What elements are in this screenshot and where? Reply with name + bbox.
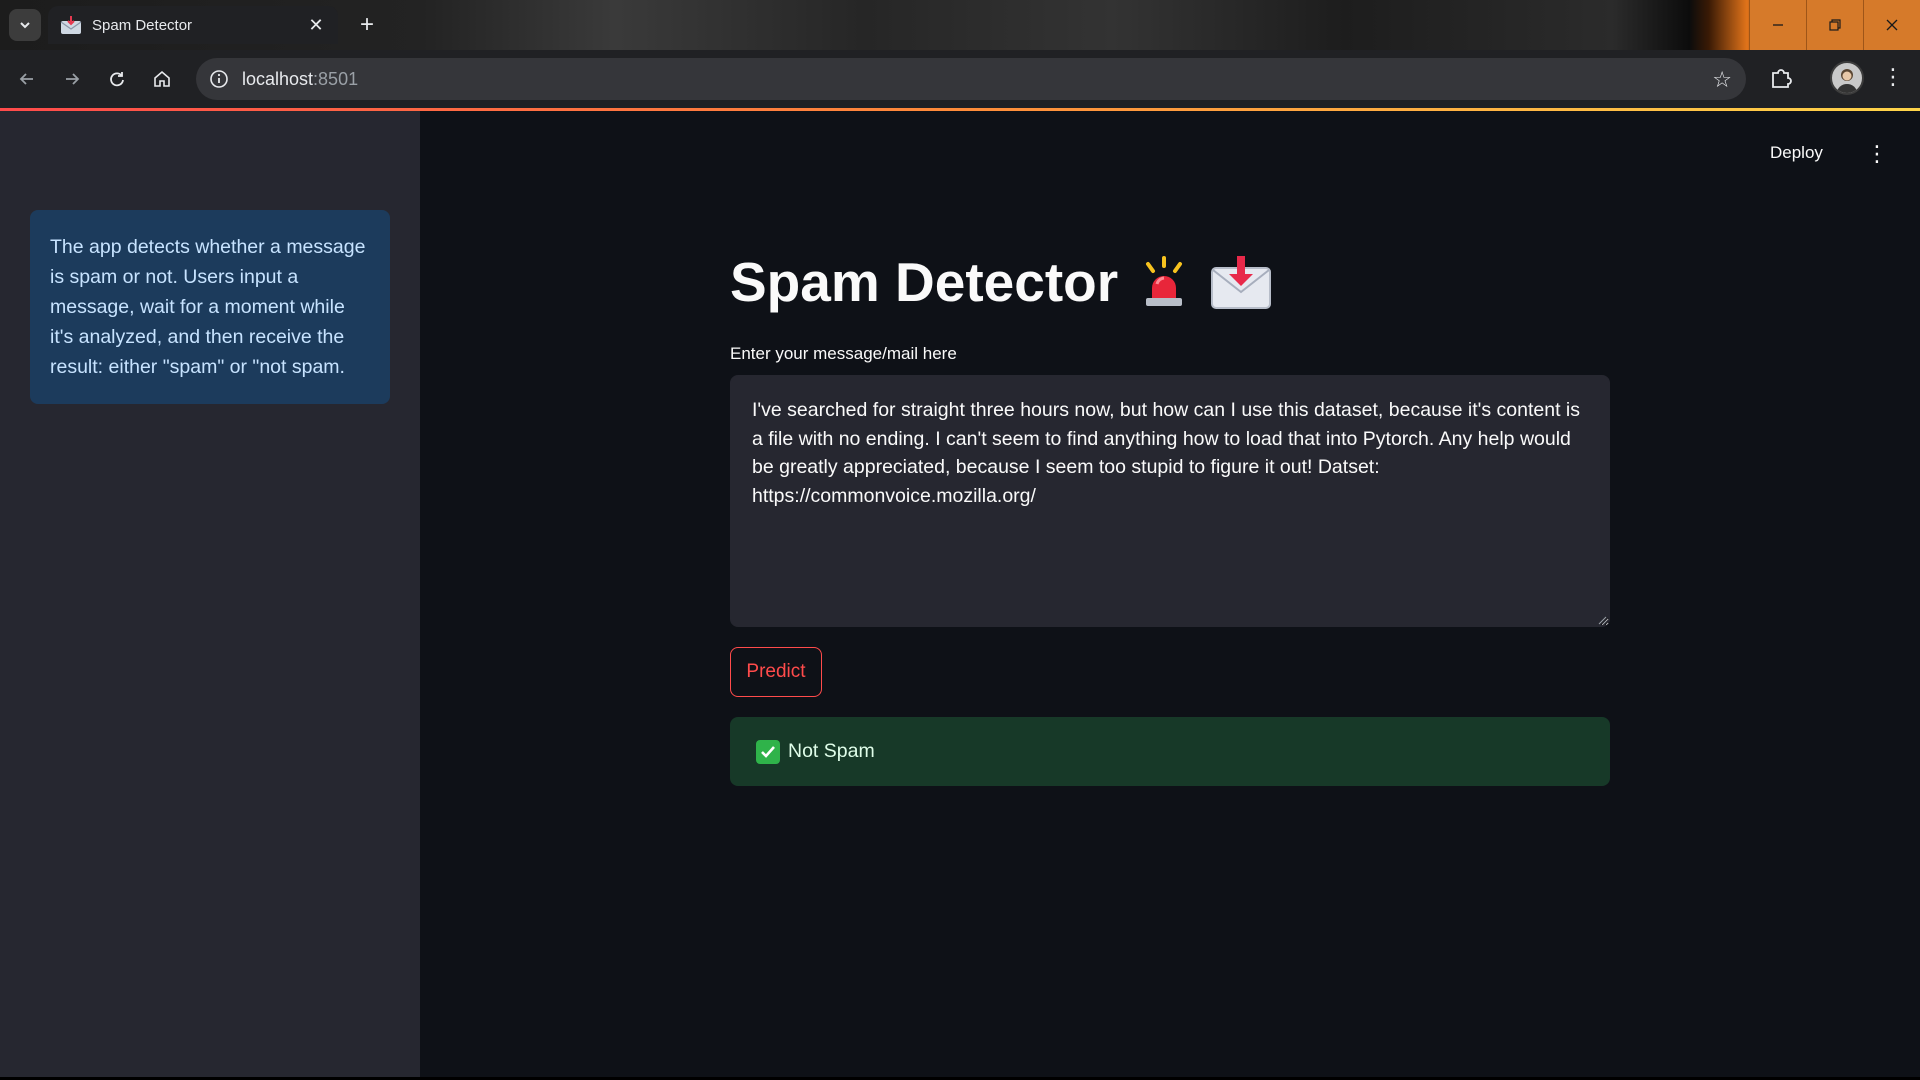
browser-toolbar: localhost:8501 ☆ ⋮ xyxy=(0,50,1920,108)
window-controls xyxy=(1749,0,1920,50)
app-menu-icon[interactable]: ⋮ xyxy=(1866,141,1888,167)
restore-icon[interactable] xyxy=(1806,0,1863,50)
sidebar: The app detects whether a message is spa… xyxy=(0,111,420,1080)
check-mark-icon xyxy=(756,739,780,764)
url-host: localhost xyxy=(242,68,314,89)
address-bar[interactable]: localhost:8501 ☆ xyxy=(196,58,1746,100)
new-tab-button[interactable]: + xyxy=(352,10,382,40)
tab-close-icon[interactable]: ✕ xyxy=(306,15,326,36)
incoming-envelope-icon xyxy=(1211,256,1272,309)
page-title: Spam Detector xyxy=(730,250,1272,314)
predict-button[interactable]: Predict xyxy=(730,647,822,697)
deploy-button[interactable]: Deploy xyxy=(1770,143,1823,163)
page-title-text: Spam Detector xyxy=(730,251,1119,313)
info-box: The app detects whether a message is spa… xyxy=(30,210,390,404)
home-icon[interactable] xyxy=(147,64,177,94)
chevron-down-icon xyxy=(20,22,30,29)
tab-title: Spam Detector xyxy=(92,16,193,34)
url-port: :8501 xyxy=(313,68,359,89)
browser-menu-icon[interactable]: ⋮ xyxy=(1882,64,1904,90)
extensions-puzzle-icon[interactable] xyxy=(1766,63,1796,93)
reload-icon[interactable] xyxy=(102,64,132,94)
back-arrow-icon[interactable] xyxy=(12,64,42,94)
resize-grip-icon[interactable] xyxy=(1597,615,1607,625)
result-success-alert: Not Spam xyxy=(730,717,1610,786)
message-textarea[interactable]: I've searched for straight three hours n… xyxy=(730,375,1610,627)
site-info-icon[interactable] xyxy=(208,68,230,90)
result-text: Not Spam xyxy=(788,740,875,762)
bookmark-star-icon[interactable]: ☆ xyxy=(1712,67,1732,93)
browser-tabstrip: Spam Detector ✕ + xyxy=(0,0,1920,50)
profile-avatar[interactable] xyxy=(1830,61,1864,95)
tab-search-button[interactable] xyxy=(9,9,41,41)
envelope-favicon-icon xyxy=(60,16,82,34)
forward-arrow-icon[interactable] xyxy=(57,64,87,94)
close-window-icon[interactable] xyxy=(1863,0,1920,50)
minimize-icon[interactable] xyxy=(1749,0,1806,50)
message-input-label: Enter your message/mail here xyxy=(730,344,957,363)
browser-tab-active[interactable]: Spam Detector ✕ xyxy=(48,6,338,44)
police-light-icon xyxy=(1146,256,1183,306)
